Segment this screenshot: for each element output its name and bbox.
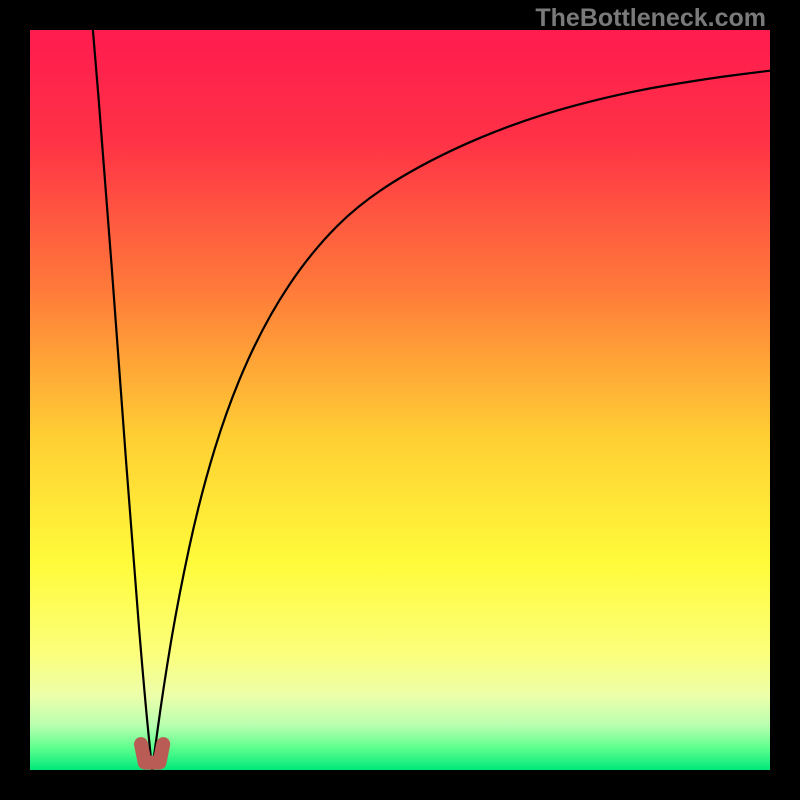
watermark-text: TheBottleneck.com	[535, 4, 766, 33]
curve-left-branch	[93, 30, 152, 770]
trough-marker	[141, 744, 163, 763]
curve-right-branch	[152, 71, 770, 770]
